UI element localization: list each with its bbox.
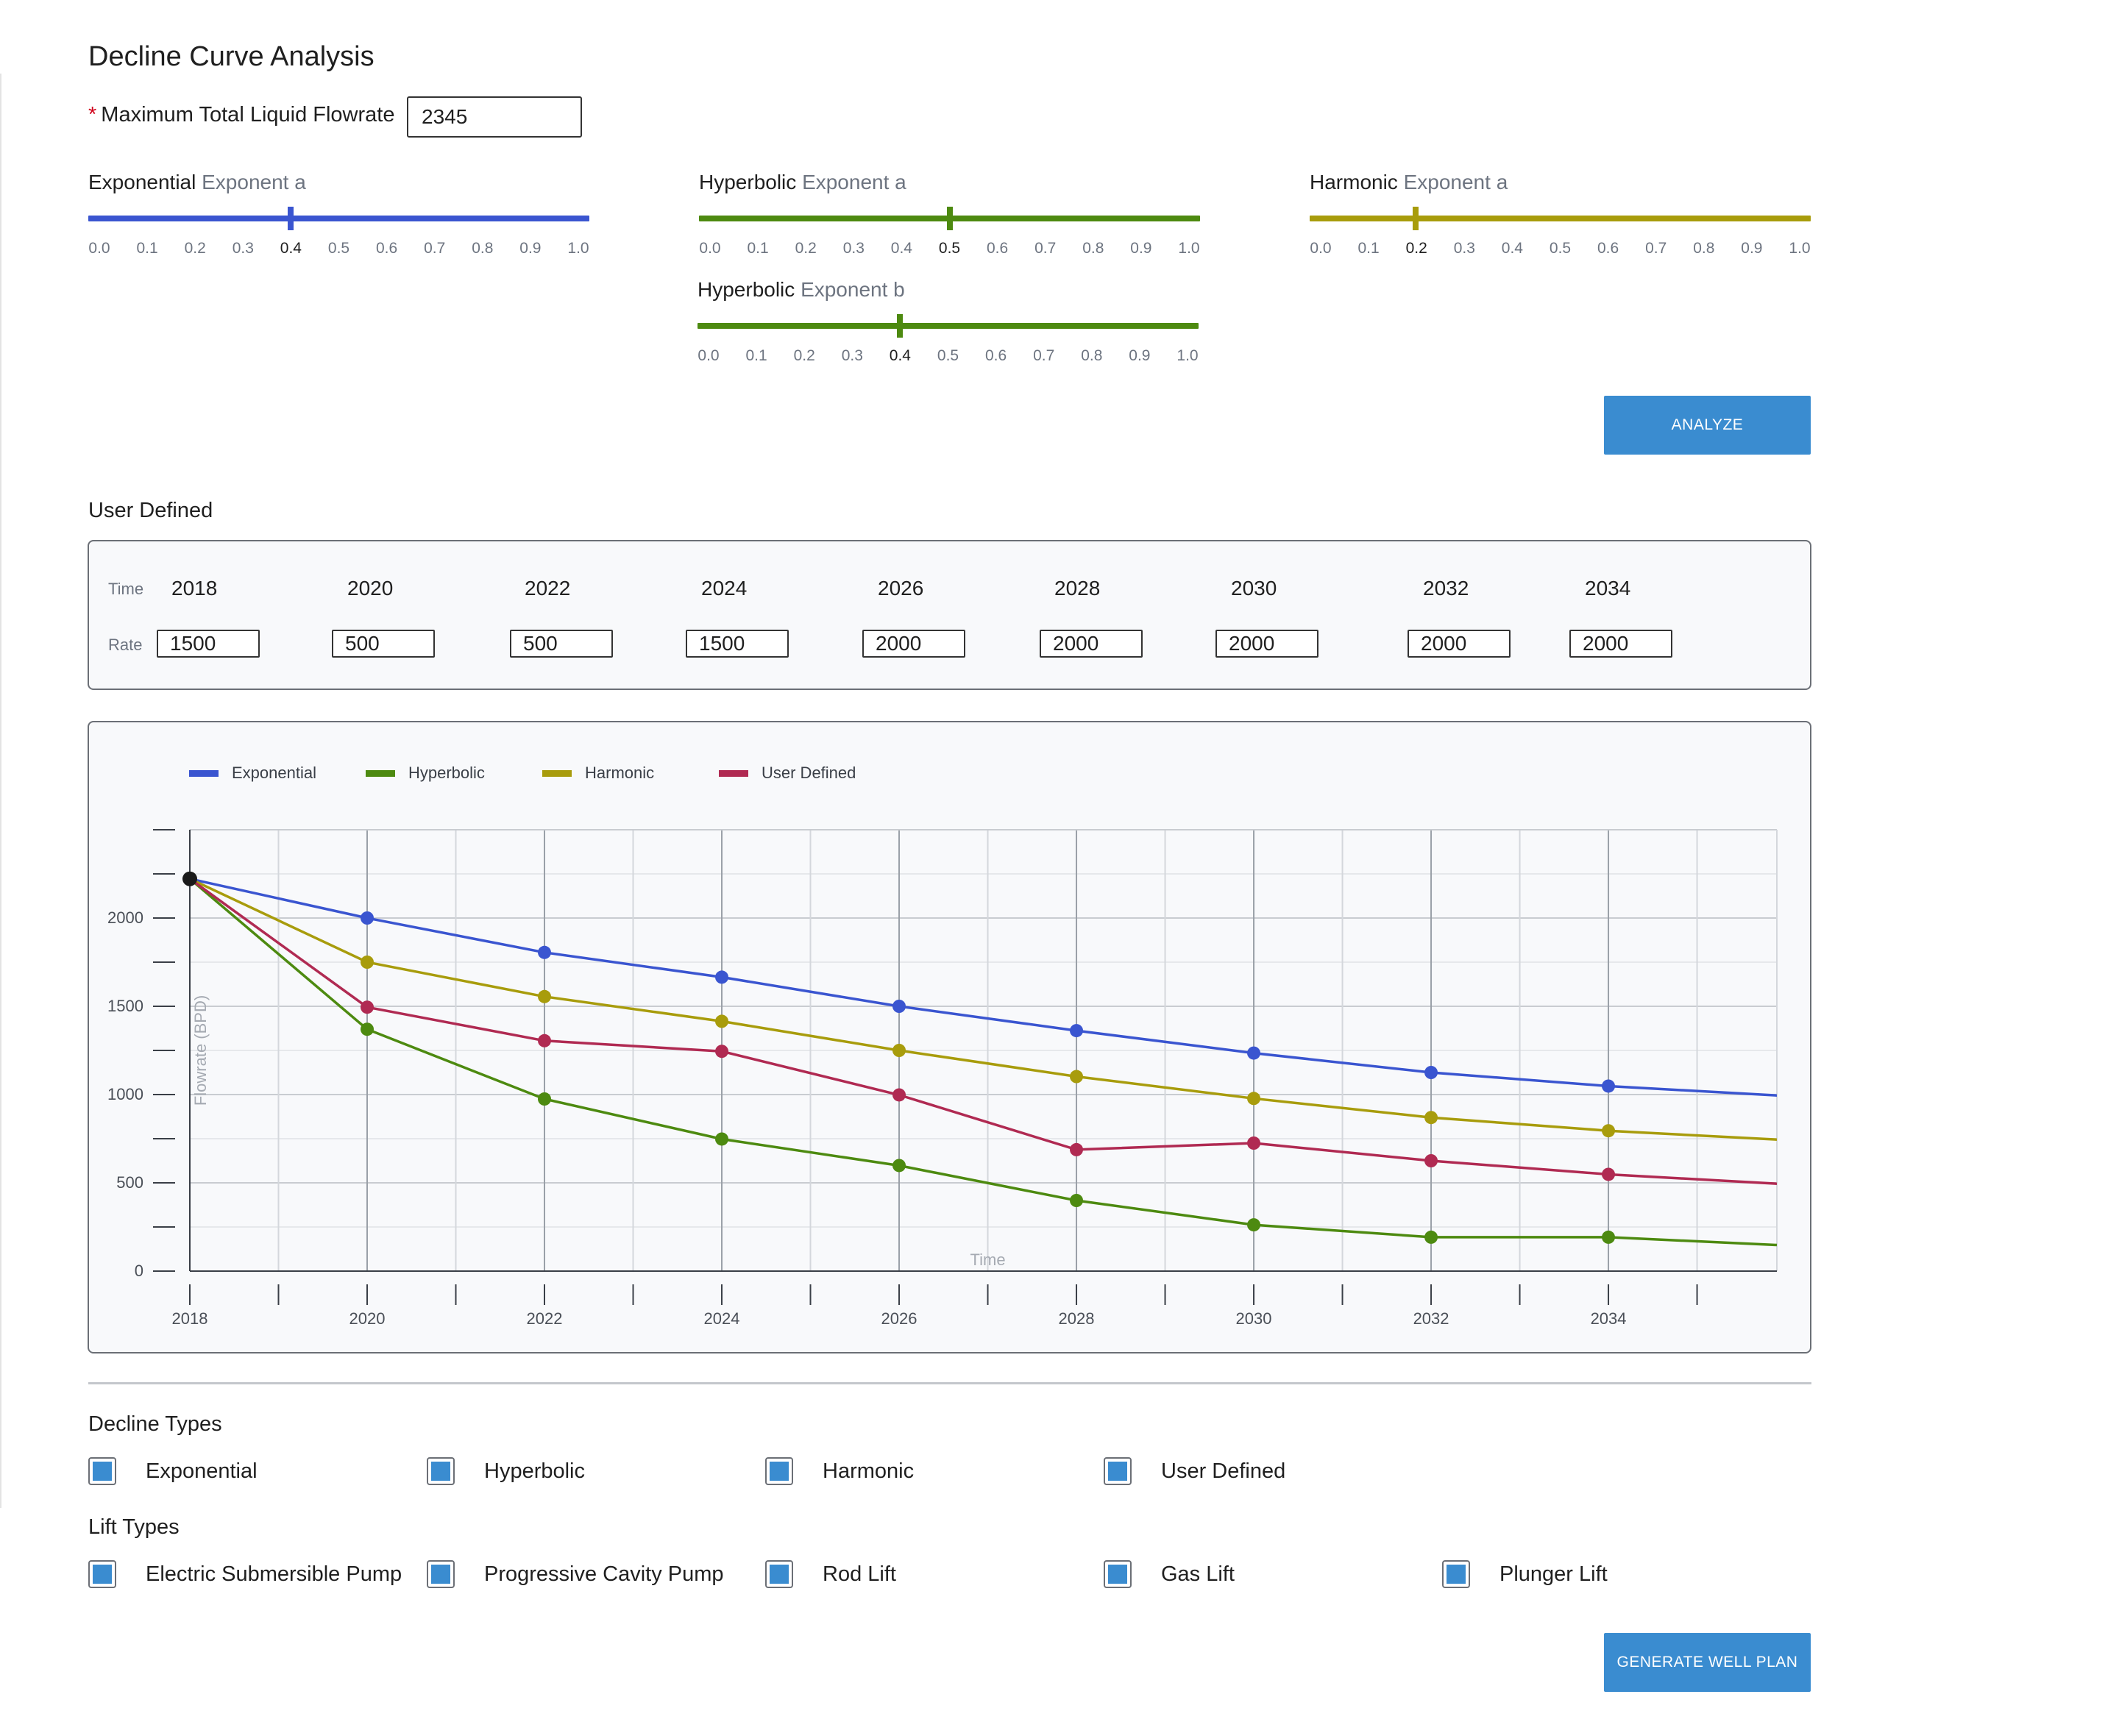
- check-fill: [770, 1462, 789, 1481]
- data-point: [1424, 1066, 1438, 1079]
- data-point: [361, 911, 375, 925]
- y-tick-label: 1500: [107, 997, 143, 1015]
- lift-type-rod-lift[interactable]: Rod Lift: [765, 1560, 896, 1588]
- data-point: [1247, 1092, 1261, 1106]
- data-point: [1070, 1142, 1084, 1156]
- y-tick-label: 2000: [107, 908, 143, 927]
- data-point: [892, 1044, 906, 1057]
- lift-type-gas-lift[interactable]: Gas Lift: [1104, 1560, 1235, 1588]
- checkbox-label: Exponential: [146, 1459, 258, 1483]
- data-point: [1424, 1230, 1438, 1244]
- data-point: [892, 1000, 906, 1013]
- checkbox-label: Rod Lift: [823, 1562, 896, 1586]
- y-tick-label: 0: [135, 1262, 143, 1280]
- data-point: [538, 1092, 552, 1106]
- data-point: [715, 1014, 729, 1028]
- data-point: [892, 1159, 906, 1173]
- x-tick-label: 2026: [881, 1309, 917, 1328]
- data-point: [361, 1000, 375, 1014]
- decline-type-user-defined[interactable]: User Defined: [1104, 1457, 1285, 1485]
- checkbox[interactable]: [88, 1560, 116, 1588]
- lift-type-esp[interactable]: Electric Submersible Pump: [88, 1560, 402, 1588]
- data-point: [715, 970, 729, 984]
- data-point: [1247, 1136, 1261, 1150]
- lift-type-pcp[interactable]: Progressive Cavity Pump: [427, 1560, 724, 1588]
- data-point: [715, 1045, 729, 1059]
- y-tick-label: 1000: [107, 1085, 143, 1103]
- x-tick-label: 2024: [704, 1309, 740, 1328]
- data-point: [1424, 1154, 1438, 1167]
- checkbox-label: Harmonic: [823, 1459, 915, 1483]
- checkbox[interactable]: [1104, 1560, 1132, 1588]
- checkbox-label: Hyperbolic: [484, 1459, 585, 1483]
- data-point: [1247, 1046, 1261, 1060]
- checkbox-label: Gas Lift: [1161, 1562, 1235, 1586]
- x-tick-label: 2032: [1413, 1309, 1449, 1328]
- x-tick-label: 2020: [349, 1309, 386, 1328]
- checkbox[interactable]: [1104, 1457, 1132, 1485]
- lift-type-plunger-lift[interactable]: Plunger Lift: [1442, 1560, 1608, 1588]
- data-point: [361, 1022, 375, 1036]
- data-point: [538, 1034, 552, 1047]
- check-fill: [93, 1462, 112, 1481]
- checkbox[interactable]: [88, 1457, 116, 1485]
- x-axis-label: Time: [970, 1251, 1005, 1269]
- data-point: [1602, 1167, 1616, 1181]
- check-fill: [770, 1565, 789, 1584]
- data-point: [1602, 1124, 1616, 1138]
- checkbox[interactable]: [427, 1560, 455, 1588]
- data-point: [538, 945, 552, 959]
- checkbox[interactable]: [765, 1457, 793, 1485]
- decline-type-exponential[interactable]: Exponential: [88, 1457, 258, 1485]
- data-point: [715, 1132, 729, 1146]
- data-point: [1602, 1230, 1616, 1244]
- x-tick-label: 2018: [172, 1309, 208, 1328]
- lift-types-heading: Lift Types: [88, 1515, 180, 1539]
- data-point: [1070, 1194, 1084, 1207]
- data-point: [361, 956, 375, 969]
- data-point: [1247, 1218, 1261, 1232]
- section-divider: [88, 1382, 1811, 1384]
- x-tick-label: 2030: [1236, 1309, 1272, 1328]
- decline-chart: 0 500 1000 1500 2000 2018 2020 2022 2024 2026 2028…: [107, 829, 1778, 1328]
- data-point: [538, 989, 552, 1003]
- y-axis-label: Flowrate (BPD): [191, 995, 210, 1106]
- data-point: [892, 1088, 906, 1102]
- checkbox-label: Electric Submersible Pump: [146, 1562, 402, 1586]
- check-fill: [93, 1565, 112, 1584]
- data-point: [1070, 1024, 1084, 1038]
- checkbox[interactable]: [1442, 1560, 1470, 1588]
- check-fill: [431, 1565, 450, 1584]
- decline-type-hyperbolic[interactable]: Hyperbolic: [427, 1457, 585, 1485]
- checkbox[interactable]: [427, 1457, 455, 1485]
- checkbox[interactable]: [765, 1560, 793, 1588]
- decline-types-heading: Decline Types: [88, 1412, 222, 1436]
- x-tick-label: 2022: [527, 1309, 563, 1328]
- data-point: [1424, 1111, 1438, 1125]
- check-fill: [1108, 1462, 1127, 1481]
- y-tick-label: 500: [116, 1173, 143, 1192]
- generate-well-plan-button[interactable]: GENERATE WELL PLAN: [1604, 1633, 1811, 1692]
- check-fill: [1447, 1565, 1466, 1584]
- checkbox-label: Progressive Cavity Pump: [484, 1562, 724, 1586]
- data-point: [1602, 1079, 1616, 1093]
- check-fill: [1108, 1565, 1127, 1584]
- decline-type-harmonic[interactable]: Harmonic: [765, 1457, 914, 1485]
- start-point: [182, 871, 197, 886]
- data-point: [1070, 1070, 1084, 1084]
- x-tick-label: 2028: [1059, 1309, 1095, 1328]
- x-tick-label: 2034: [1591, 1309, 1627, 1328]
- checkbox-label: User Defined: [1161, 1459, 1286, 1483]
- check-fill: [431, 1462, 450, 1481]
- checkbox-label: Plunger Lift: [1499, 1562, 1608, 1586]
